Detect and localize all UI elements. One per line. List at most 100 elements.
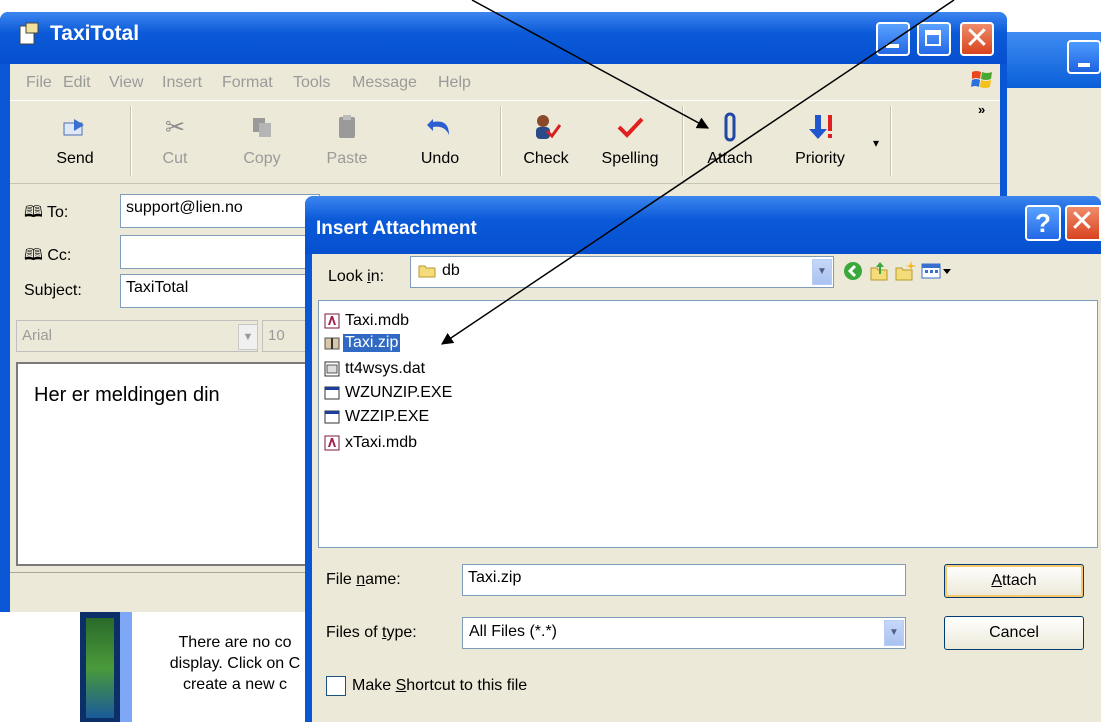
subject-field[interactable]: TaxiTotal (120, 274, 320, 308)
attach-label: Attach (707, 150, 753, 167)
attach-button[interactable]: Attach (690, 108, 770, 178)
priority-label: Priority (795, 150, 845, 167)
check-button[interactable]: Check (506, 108, 586, 178)
minimize-button[interactable] (876, 22, 910, 56)
make-shortcut-checkbox[interactable] (326, 676, 346, 696)
cancel-button[interactable]: Cancel (944, 616, 1084, 650)
up-folder-icon[interactable] (868, 260, 890, 282)
copy-button[interactable]: Copy (222, 108, 302, 178)
cut-label: Cut (162, 150, 188, 167)
menu-format[interactable]: Format (222, 74, 273, 92)
check-label: Check (523, 150, 569, 167)
menu-bar (10, 64, 1000, 100)
message-text: Her er meldingen din (34, 384, 220, 406)
thumbnail-image (86, 618, 114, 718)
toolbar-separator (890, 106, 892, 176)
zip-archive-icon (324, 337, 340, 350)
maximize-button[interactable] (917, 22, 951, 56)
copy-label: Copy (243, 150, 281, 167)
close-icon: ✕ (1069, 204, 1095, 239)
spelling-button[interactable]: Spelling (590, 108, 670, 178)
paste-button[interactable]: Paste (307, 108, 387, 178)
back-icon[interactable] (842, 260, 864, 282)
list-item[interactable]: tt4wsys.dat (324, 358, 427, 380)
access-db-icon (324, 313, 340, 329)
dialog-title: Insert Attachment (316, 218, 477, 239)
background-minimize-button[interactable] (1067, 40, 1101, 74)
executable-icon (324, 386, 340, 400)
to-label[interactable]: 🕮 To: (24, 201, 68, 228)
scissors-icon: ✂ (164, 113, 186, 141)
dialog-close-button[interactable]: ✕ (1065, 205, 1101, 241)
undo-button[interactable]: Undo (400, 108, 480, 178)
compose-titlebar[interactable] (0, 12, 1007, 64)
font-select[interactable]: Arial (16, 320, 258, 352)
data-file-icon (324, 361, 340, 377)
spelling-label: Spelling (601, 150, 659, 167)
file-name-input[interactable]: Taxi.zip (462, 564, 906, 596)
chevron-down-icon[interactable]: ▼ (812, 259, 832, 285)
copy-icon (247, 112, 277, 142)
menu-insert[interactable]: Insert (162, 74, 202, 92)
window-title: TaxiTotal (50, 22, 140, 45)
file-type-select[interactable]: All Files (*.*) (462, 617, 906, 649)
subject-label: Subject: (24, 282, 82, 299)
undo-label: Undo (420, 150, 460, 167)
list-item[interactable]: WZUNZIP.EXE (324, 382, 454, 404)
send-button[interactable]: Send (35, 108, 115, 178)
menu-file[interactable]: File (26, 74, 52, 92)
menu-view[interactable]: View (109, 74, 143, 92)
to-field[interactable]: support@lien.no (120, 194, 320, 228)
file-type-label: Files of type: (326, 624, 417, 641)
menu-edit[interactable]: Edit (63, 74, 91, 92)
menu-message[interactable]: Message (352, 74, 417, 92)
send-label: Send (56, 150, 94, 167)
cc-field[interactable] (120, 235, 320, 269)
toolbar-separator (682, 106, 684, 176)
help-icon: ? (1035, 208, 1051, 238)
list-item[interactable]: Taxi.zip (324, 332, 401, 354)
file-name-label: File name: (326, 571, 401, 588)
executable-icon (324, 410, 340, 424)
toolbar-separator (500, 106, 502, 176)
chevron-down-icon[interactable]: ▼ (238, 324, 258, 350)
paperclip-icon (715, 112, 745, 142)
send-icon (60, 112, 90, 142)
priority-dropdown-icon[interactable]: ▾ (873, 136, 879, 150)
priority-button[interactable]: Priority (780, 108, 860, 178)
spelling-icon (615, 112, 645, 142)
list-item[interactable]: xTaxi.mdb (324, 432, 419, 454)
cc-label[interactable]: 🕮 Cc: (24, 244, 71, 271)
font-size-select[interactable]: 10 (262, 320, 310, 352)
priority-icon (805, 112, 835, 142)
close-icon: ✕ (964, 21, 990, 56)
list-item[interactable]: WZZIP.EXE (324, 406, 431, 428)
toolbar-separator (130, 106, 132, 176)
folder-icon (418, 265, 436, 278)
file-list[interactable] (318, 300, 1098, 548)
view-menu-icon[interactable] (920, 260, 954, 282)
look-in-label: Look in: (328, 268, 385, 285)
look-in-value: db (442, 262, 460, 279)
windows-logo-icon (971, 71, 992, 88)
compose-app-icon (19, 22, 39, 45)
address-book-icon: 🕮 (24, 247, 43, 264)
help-button[interactable]: ? (1025, 205, 1061, 241)
contacts-empty-message: There are no co display. Click on C crea… (169, 634, 301, 693)
look-in-select[interactable] (410, 256, 834, 288)
chevron-down-icon[interactable]: ▼ (884, 620, 904, 646)
make-shortcut-label[interactable]: Make Shortcut to this file (352, 677, 527, 695)
list-item[interactable]: Taxi.mdb (324, 310, 411, 332)
attach-button-dialog[interactable]: Attach (944, 564, 1084, 598)
undo-icon (425, 112, 455, 142)
cut-button[interactable]: ✂ Cut (135, 108, 215, 178)
address-book-icon: 🕮 (24, 204, 43, 221)
access-db-icon (324, 435, 340, 451)
paste-icon (332, 112, 362, 142)
new-folder-icon[interactable] (894, 260, 916, 282)
toolbar-overflow-icon[interactable]: » (978, 102, 985, 117)
paste-label: Paste (326, 150, 368, 167)
menu-tools[interactable]: Tools (293, 74, 330, 92)
close-button[interactable]: ✕ (960, 22, 994, 56)
menu-help[interactable]: Help (438, 74, 471, 92)
